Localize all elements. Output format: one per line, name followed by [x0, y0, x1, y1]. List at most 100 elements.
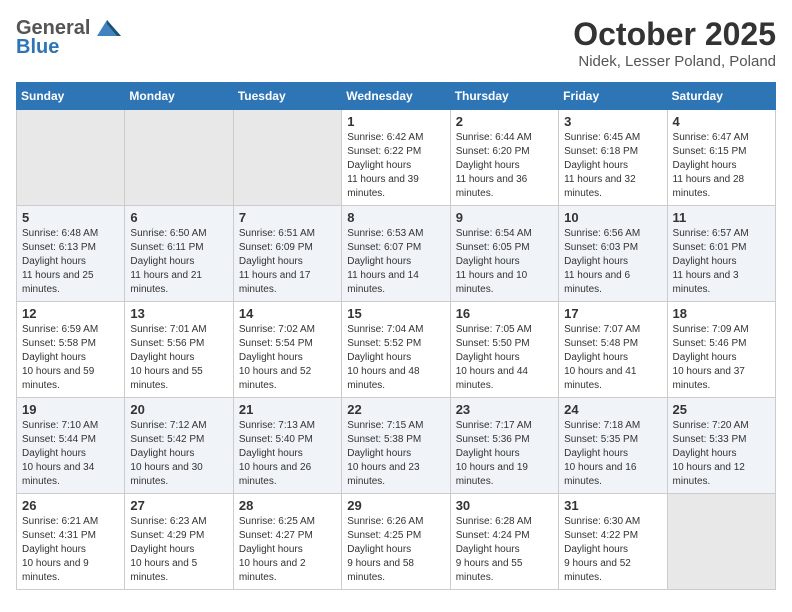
cell-content: Sunrise: 7:05 AMSunset: 5:50 PMDaylight …: [456, 323, 553, 393]
weekday-header-row: SundayMondayTuesdayWednesdayThursdayFrid…: [17, 83, 776, 110]
calendar-cell: 24 Sunrise: 7:18 AMSunset: 5:35 PMDayligh…: [559, 398, 667, 494]
day-number: 28: [239, 498, 336, 513]
day-number: 10: [564, 210, 661, 225]
calendar-cell: 17Sunrise: 7:07 AMSunset: 5:48 PMDayligh…: [559, 302, 667, 398]
calendar-cell: 30Sunrise: 6:28 AMSunset: 4:24 PMDayligh…: [450, 494, 558, 590]
calendar-week-row: 1Sunrise: 6:42 AMSunset: 6:22 PMDaylight…: [17, 110, 776, 206]
calendar-cell: 29Sunrise: 6:26 AMSunset: 4:25 PMDayligh…: [342, 494, 450, 590]
calendar-cell: 2 Sunrise: 6:44 AMSunset: 6:20 PMDaylight…: [450, 110, 558, 206]
location-title: Nidek, Lesser Poland, Poland: [573, 53, 776, 70]
calendar-cell: 28 Sunrise: 6:25 AMSunset: 4:27 PMDayligh…: [233, 494, 341, 590]
calendar-week-row: 19 Sunrise: 7:10 AMSunset: 5:44 PMDayligh…: [17, 398, 776, 494]
weekday-header: Thursday: [450, 83, 558, 110]
weekday-header: Sunday: [17, 83, 125, 110]
calendar-cell: 8 Sunrise: 6:53 AMSunset: 6:07 PMDaylight…: [342, 206, 450, 302]
calendar-cell: 4 Sunrise: 6:47 AMSunset: 6:15 PMDaylight…: [667, 110, 775, 206]
day-number: 1: [347, 114, 444, 129]
calendar-cell: 25 Sunrise: 7:20 AMSunset: 5:33 PMDayligh…: [667, 398, 775, 494]
day-number: 22: [347, 402, 444, 417]
day-number: 31: [564, 498, 661, 513]
calendar-cell: 16 Sunrise: 7:05 AMSunset: 5:50 PMDayligh…: [450, 302, 558, 398]
logo-blue: Blue: [16, 36, 59, 58]
cell-content: Sunrise: 6:45 AMSunset: 6:18 PMDaylight …: [564, 131, 661, 201]
calendar-cell: 26 Sunrise: 6:21 AMSunset: 4:31 PMDayligh…: [17, 494, 125, 590]
cell-content: Sunrise: 6:21 AMSunset: 4:31 PMDaylight …: [22, 515, 119, 585]
calendar-cell: 7 Sunrise: 6:51 AMSunset: 6:09 PMDaylight…: [233, 206, 341, 302]
calendar-cell: 11 Sunrise: 6:57 AMSunset: 6:01 PMDayligh…: [667, 206, 775, 302]
weekday-header: Saturday: [667, 83, 775, 110]
day-number: 2: [456, 114, 553, 129]
day-number: 5: [22, 210, 119, 225]
title-block: October 2025 Nidek, Lesser Poland, Polan…: [573, 16, 776, 70]
day-number: 8: [347, 210, 444, 225]
day-number: 4: [673, 114, 770, 129]
calendar-cell: 10 Sunrise: 6:56 AMSunset: 6:03 PMDayligh…: [559, 206, 667, 302]
cell-content: Sunrise: 7:18 AMSunset: 5:35 PMDaylight …: [564, 419, 661, 489]
day-number: 25: [673, 402, 770, 417]
day-number: 26: [22, 498, 119, 513]
cell-content: Sunrise: 7:07 AMSunset: 5:48 PMDaylight …: [564, 323, 661, 393]
cell-content: Sunrise: 6:48 AMSunset: 6:13 PMDaylight …: [22, 227, 119, 297]
cell-content: Sunrise: 7:09 AMSunset: 5:46 PMDaylight …: [673, 323, 770, 393]
cell-content: Sunrise: 6:23 AMSunset: 4:29 PMDaylight …: [130, 515, 227, 585]
cell-content: Sunrise: 7:17 AMSunset: 5:36 PMDaylight …: [456, 419, 553, 489]
calendar-cell: 13Sunrise: 7:01 AMSunset: 5:56 PMDayligh…: [125, 302, 233, 398]
calendar-cell: 14Sunrise: 7:02 AMSunset: 5:54 PMDayligh…: [233, 302, 341, 398]
calendar-cell: [667, 494, 775, 590]
day-number: 15: [347, 306, 444, 321]
cell-content: Sunrise: 6:56 AMSunset: 6:03 PMDaylight …: [564, 227, 661, 297]
day-number: 14: [239, 306, 336, 321]
day-number: 9: [456, 210, 553, 225]
cell-content: Sunrise: 7:10 AMSunset: 5:44 PMDaylight …: [22, 419, 119, 489]
cell-content: Sunrise: 7:20 AMSunset: 5:33 PMDaylight …: [673, 419, 770, 489]
day-number: 16: [456, 306, 553, 321]
calendar-cell: 23 Sunrise: 7:17 AMSunset: 5:36 PMDayligh…: [450, 398, 558, 494]
calendar-cell: 18 Sunrise: 7:09 AMSunset: 5:46 PMDayligh…: [667, 302, 775, 398]
cell-content: Sunrise: 6:25 AMSunset: 4:27 PMDaylight …: [239, 515, 336, 585]
calendar-table: SundayMondayTuesdayWednesdayThursdayFrid…: [16, 82, 776, 590]
weekday-header: Friday: [559, 83, 667, 110]
day-number: 18: [673, 306, 770, 321]
day-number: 3: [564, 114, 661, 129]
calendar-cell: 15 Sunrise: 7:04 AMSunset: 5:52 PMDayligh…: [342, 302, 450, 398]
cell-content: Sunrise: 6:30 AMSunset: 4:22 PMDaylight …: [564, 515, 661, 585]
cell-content: Sunrise: 6:47 AMSunset: 6:15 PMDaylight …: [673, 131, 770, 201]
cell-content: Sunrise: 7:13 AMSunset: 5:40 PMDaylight …: [239, 419, 336, 489]
day-number: 12: [22, 306, 119, 321]
calendar-week-row: 26 Sunrise: 6:21 AMSunset: 4:31 PMDayligh…: [17, 494, 776, 590]
day-number: 20: [130, 402, 227, 417]
logo-icon: [93, 16, 121, 40]
calendar-cell: 6Sunrise: 6:50 AMSunset: 6:11 PMDaylight…: [125, 206, 233, 302]
cell-content: Sunrise: 6:57 AMSunset: 6:01 PMDaylight …: [673, 227, 770, 297]
calendar-cell: [125, 110, 233, 206]
cell-content: Sunrise: 6:51 AMSunset: 6:09 PMDaylight …: [239, 227, 336, 297]
calendar-cell: 12Sunrise: 6:59 AMSunset: 5:58 PMDayligh…: [17, 302, 125, 398]
day-number: 29: [347, 498, 444, 513]
calendar-cell: 21 Sunrise: 7:13 AMSunset: 5:40 PMDayligh…: [233, 398, 341, 494]
calendar-cell: 27 Sunrise: 6:23 AMSunset: 4:29 PMDayligh…: [125, 494, 233, 590]
cell-content: Sunrise: 7:15 AMSunset: 5:38 PMDaylight …: [347, 419, 444, 489]
weekday-header: Tuesday: [233, 83, 341, 110]
day-number: 6: [130, 210, 227, 225]
calendar-cell: 3 Sunrise: 6:45 AMSunset: 6:18 PMDaylight…: [559, 110, 667, 206]
day-number: 11: [673, 210, 770, 225]
cell-content: Sunrise: 7:04 AMSunset: 5:52 PMDaylight …: [347, 323, 444, 393]
weekday-header: Wednesday: [342, 83, 450, 110]
day-number: 19: [22, 402, 119, 417]
calendar-cell: 1Sunrise: 6:42 AMSunset: 6:22 PMDaylight…: [342, 110, 450, 206]
day-number: 27: [130, 498, 227, 513]
cell-content: Sunrise: 6:44 AMSunset: 6:20 PMDaylight …: [456, 131, 553, 201]
day-number: 7: [239, 210, 336, 225]
month-title: October 2025: [573, 16, 776, 53]
day-number: 21: [239, 402, 336, 417]
day-number: 13: [130, 306, 227, 321]
calendar-cell: 9Sunrise: 6:54 AMSunset: 6:05 PMDaylight…: [450, 206, 558, 302]
day-number: 24: [564, 402, 661, 417]
cell-content: Sunrise: 6:53 AMSunset: 6:07 PMDaylight …: [347, 227, 444, 297]
calendar-cell: 5 Sunrise: 6:48 AMSunset: 6:13 PMDaylight…: [17, 206, 125, 302]
day-number: 23: [456, 402, 553, 417]
calendar-week-row: 5 Sunrise: 6:48 AMSunset: 6:13 PMDaylight…: [17, 206, 776, 302]
day-number: 30: [456, 498, 553, 513]
calendar-cell: 22 Sunrise: 7:15 AMSunset: 5:38 PMDayligh…: [342, 398, 450, 494]
calendar-cell: [233, 110, 341, 206]
